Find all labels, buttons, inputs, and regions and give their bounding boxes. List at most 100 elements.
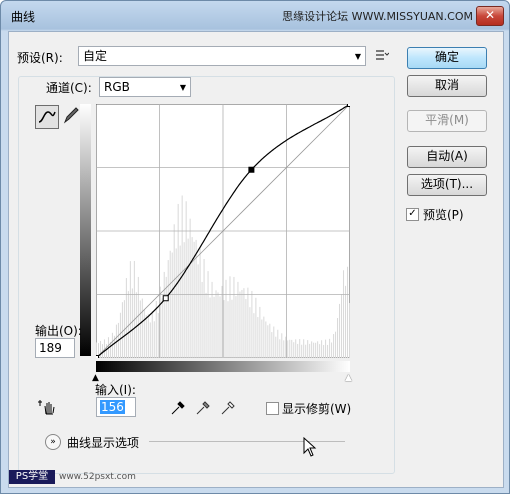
curve-graph[interactable]	[96, 104, 350, 358]
histogram-bar	[335, 331, 337, 358]
histogram-bar	[289, 339, 291, 358]
histogram-bar	[189, 218, 191, 358]
histogram-bar	[133, 260, 135, 358]
window-title: 曲线	[11, 10, 36, 24]
histogram-bar	[259, 306, 261, 358]
preview-checkbox[interactable]: ✓	[406, 208, 419, 221]
preset-label: 预设(R):	[17, 51, 63, 65]
histogram-bar	[119, 312, 121, 358]
histogram-bar	[207, 271, 209, 358]
show-clipping-checkbox[interactable]	[266, 402, 279, 415]
preset-value: 自定	[83, 49, 108, 63]
histogram-bar	[169, 250, 171, 358]
output-field[interactable]: 189	[35, 338, 75, 358]
histogram-bar	[179, 245, 181, 358]
histogram-bar	[315, 342, 317, 358]
histogram-bar	[203, 258, 205, 358]
histogram-bar	[301, 344, 303, 358]
histogram-bar	[319, 344, 321, 358]
histogram-bar	[235, 296, 237, 358]
histogram-bar	[329, 338, 331, 358]
white-eyedropper-icon[interactable]	[220, 400, 236, 419]
input-label: 输入(I):	[95, 383, 136, 397]
gray-eyedropper-icon[interactable]	[195, 400, 211, 419]
histogram-bar	[269, 323, 271, 358]
dialog-body: 预设(R): 自定 ▼ 确定 取消 平滑(M) 自动(A) 选项(T)... ✓…	[8, 31, 504, 488]
histogram-bar	[261, 319, 263, 358]
ps-logo: PS学堂	[9, 470, 55, 484]
histogram-bar	[325, 339, 327, 358]
cancel-button[interactable]: 取消	[407, 75, 487, 97]
histogram-bar	[323, 344, 325, 358]
histogram-bar	[295, 339, 297, 358]
options-button[interactable]: 选项(T)...	[407, 174, 487, 196]
histogram-bar	[333, 334, 335, 358]
histogram-bar	[161, 298, 163, 358]
histogram-bar	[215, 290, 217, 358]
title-bar[interactable]: 曲线 思缘设计论坛 WWW.MISSYUAN.COM ✕	[1, 1, 509, 31]
white-point-slider-icon[interactable]: ▲	[345, 373, 352, 383]
preset-select[interactable]: 自定 ▼	[78, 46, 366, 66]
channel-label: 通道(C):	[43, 79, 95, 96]
histogram-bar	[317, 341, 319, 358]
curve-display-options-label[interactable]: 曲线显示选项	[67, 434, 139, 451]
watermark-text: 思缘设计论坛 WWW.MISSYUAN.COM	[282, 10, 473, 23]
preset-options-icon[interactable]	[375, 48, 390, 62]
histogram-bar	[303, 339, 305, 358]
close-icon[interactable]: ✕	[476, 6, 504, 26]
auto-button[interactable]: 自动(A)	[407, 146, 487, 168]
histogram-bar	[137, 276, 139, 358]
histogram-bar	[263, 316, 265, 358]
smooth-button[interactable]: 平滑(M)	[407, 110, 487, 132]
histogram-bar	[139, 300, 141, 358]
input-value: 156	[100, 400, 125, 414]
histogram-bar	[345, 285, 347, 358]
histogram-bar	[279, 339, 281, 358]
histogram-bar	[273, 326, 275, 358]
output-gradient-bar	[80, 104, 91, 356]
histogram-bar	[327, 344, 329, 358]
histogram-bar	[255, 297, 257, 358]
histogram-bar	[339, 303, 341, 358]
histogram-bar	[121, 302, 123, 358]
histogram-bar	[205, 292, 207, 358]
histogram-bar	[99, 340, 101, 358]
curve-edit-tool-icon[interactable]	[35, 105, 59, 129]
channel-value: RGB	[104, 80, 130, 94]
input-gradient-bar	[96, 361, 350, 372]
histogram-bar	[287, 340, 289, 358]
histogram-bar	[221, 285, 223, 358]
histogram-bar	[129, 261, 131, 358]
histogram-bar	[277, 329, 279, 358]
histogram-bar	[191, 237, 193, 358]
logo-url: www.52psxt.com	[59, 472, 136, 482]
histogram-bar	[183, 242, 185, 358]
channel-select[interactable]: RGB ▼	[99, 77, 191, 97]
black-eyedropper-icon[interactable]	[170, 400, 186, 419]
histogram-bar	[237, 281, 239, 358]
histogram-bar	[305, 344, 307, 358]
expand-chevron-icon[interactable]: »	[45, 434, 61, 450]
curve-point	[162, 295, 169, 302]
output-label: 输出(O):	[35, 324, 82, 338]
pencil-icon[interactable]	[62, 105, 80, 125]
histogram-bar	[151, 311, 153, 358]
curves-dialog: 曲线 思缘设计论坛 WWW.MISSYUAN.COM ✕ 预设(R): 自定 ▼…	[0, 0, 510, 494]
histogram-bar	[187, 238, 189, 358]
histogram-bar	[209, 297, 211, 358]
histogram-bar	[239, 291, 241, 358]
histogram-bar	[245, 299, 247, 358]
target-adjust-hand-icon[interactable]	[37, 398, 59, 416]
histogram-bar	[229, 276, 231, 358]
histogram-bar	[321, 340, 323, 358]
histogram-bar	[211, 281, 213, 358]
histogram-bar	[283, 340, 285, 358]
histogram-bar	[343, 270, 345, 358]
histogram-bar	[127, 291, 129, 358]
histogram-bar	[143, 309, 145, 358]
curve-point	[96, 355, 99, 358]
ok-button[interactable]: 确定	[407, 47, 487, 69]
input-field[interactable]: 156	[96, 397, 136, 417]
histogram-bar	[167, 260, 169, 358]
mouse-cursor-icon	[303, 436, 317, 460]
